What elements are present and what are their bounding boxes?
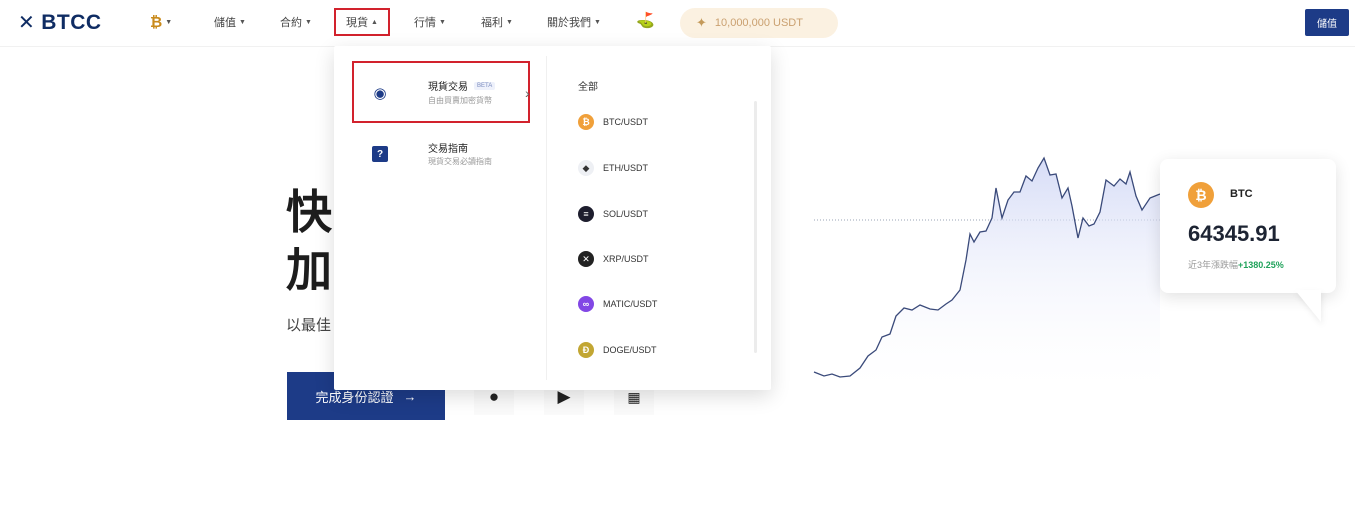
menu-item-title: 交易指南 <box>428 144 468 155</box>
btcc-logo[interactable]: ✕ BTCC <box>18 10 102 35</box>
deposit-button[interactable]: 儲值 <box>1305 9 1349 36</box>
btc-coin-icon: ₿ <box>578 114 594 130</box>
eth-coin-icon: ◆ <box>578 160 594 176</box>
btc-change: 近3年漲跌幅+1380.25% <box>1188 258 1284 271</box>
nav-item-futures[interactable]: 合約 ▼ <box>280 14 312 30</box>
price-area <box>814 158 1160 400</box>
nav-bitcoin-menu[interactable]: ₿ ▼ <box>150 14 172 31</box>
bitcoin-icon: ₿ <box>150 14 163 31</box>
reward-amount: 10,000,000 USDT <box>714 17 803 29</box>
change-label: 近3年漲跌幅 <box>1188 260 1239 270</box>
pair-xrp-usdt[interactable]: ✕ XRP/USDT <box>578 251 649 267</box>
spot-trading-icon: ◉ <box>373 85 387 102</box>
logo-text: BTCC <box>41 10 102 34</box>
top-nav: ✕ BTCC ₿ ▼ 儲值 ▼ 合約 ▼ 現貨 ▲ 行情 ▼ 福利 ▼ 關於我們… <box>0 0 1355 46</box>
column-divider <box>546 56 547 380</box>
pairs-heading: 全部 <box>578 82 598 93</box>
menu-item-trading-guide[interactable]: ? 交易指南 現貨交易必讀指南 <box>348 126 528 184</box>
pair-btc-usdt[interactable]: ₿ BTC/USDT <box>578 114 648 130</box>
pairs-scrollbar[interactable] <box>754 101 757 353</box>
spot-trading-label: 現貨交易 <box>428 82 468 93</box>
matic-coin-icon: ∞ <box>578 296 594 312</box>
pair-label: MATIC/USDT <box>603 299 658 309</box>
menu-item-desc: 自由買賣加密貨幣 <box>428 96 492 105</box>
xrp-coin-icon: ✕ <box>578 251 594 267</box>
chevron-right-icon: › <box>525 85 530 101</box>
caret-down-icon: ▼ <box>439 18 446 26</box>
nav-item-label: 儲值 <box>214 17 236 29</box>
hero-subtitle: 以最佳 <box>286 317 332 334</box>
pair-label: XRP/USDT <box>603 254 649 264</box>
pair-label: DOGE/USDT <box>603 345 657 355</box>
btc-symbol: BTC <box>1230 188 1253 200</box>
nav-item-about[interactable]: 關於我們 ▼ <box>547 14 601 30</box>
pair-label: ETH/USDT <box>603 163 648 173</box>
trophy-icon: ✦ <box>696 15 707 30</box>
nav-item-rewards[interactable]: 福利 ▼ <box>481 14 513 30</box>
reward-banner[interactable]: ✦ 10,000,000 USDT <box>680 8 838 38</box>
change-value: +1380.25% <box>1238 260 1284 270</box>
pair-eth-usdt[interactable]: ◆ ETH/USDT <box>578 160 648 176</box>
nav-item-markets[interactable]: 行情 ▼ <box>414 14 446 30</box>
doge-coin-icon: Ð <box>578 342 594 358</box>
sol-coin-icon: ≡ <box>578 206 594 222</box>
caret-down-icon: ▼ <box>506 18 513 26</box>
nav-gift-icon[interactable]: ⛳ <box>636 11 655 29</box>
nav-spot-highlight-box <box>334 8 390 36</box>
nav-item-label: 合約 <box>280 17 302 29</box>
guide-icon: ? <box>372 146 388 162</box>
arrow-right-icon: → <box>403 388 417 404</box>
pair-matic-usdt[interactable]: ∞ MATIC/USDT <box>578 296 657 312</box>
btc-price-card: ₿ BTC 64345.91 近3年漲跌幅+1380.25% <box>1160 159 1336 293</box>
hero-title-line-1: 快 <box>286 186 332 238</box>
menu-item-title: 現貨交易 BETA <box>428 78 496 93</box>
menu-item-spot-trading[interactable]: ◉ 現貨交易 BETA 自由買賣加密貨幣 › <box>348 63 530 121</box>
pair-label: BTC/USDT <box>603 117 648 127</box>
card-tail <box>1295 290 1321 322</box>
caret-down-icon: ▼ <box>305 18 312 26</box>
nav-item-deposit[interactable]: 儲值 ▼ <box>214 14 246 30</box>
caret-down-icon: ▼ <box>239 18 246 26</box>
caret-down-icon: ▼ <box>594 18 601 26</box>
pair-label: SOL/USDT <box>603 209 649 219</box>
nav-item-label: 關於我們 <box>547 17 591 29</box>
hero-title-line-2: 加 <box>286 244 332 296</box>
nav-item-label: 行情 <box>414 17 436 29</box>
caret-down-icon: ▼ <box>165 19 173 26</box>
nav-item-label: 福利 <box>481 17 503 29</box>
pair-sol-usdt[interactable]: ≡ SOL/USDT <box>578 206 648 222</box>
btc-coin-icon: ₿ <box>1188 182 1214 208</box>
beta-badge: BETA <box>474 81 496 90</box>
btc-price: 64345.91 <box>1188 221 1280 246</box>
menu-item-desc: 現貨交易必讀指南 <box>428 157 492 166</box>
btcc-logo-mark-icon: ✕ <box>18 12 36 34</box>
spot-dropdown-menu: ◉ 現貨交易 BETA 自由買賣加密貨幣 › ? 交易指南 現貨交易必讀指南 全… <box>334 46 771 390</box>
pair-doge-usdt[interactable]: Ð DOGE/USDT <box>578 342 657 358</box>
